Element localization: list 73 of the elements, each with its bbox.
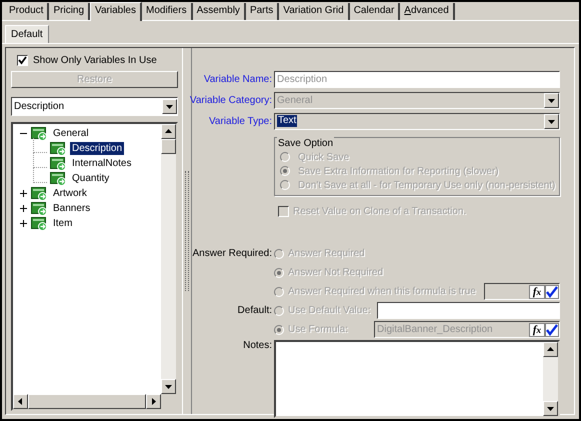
expand-icon[interactable] bbox=[19, 189, 28, 198]
expand-icon[interactable] bbox=[19, 219, 28, 228]
tree-item[interactable]: Banners bbox=[51, 202, 92, 215]
radio-button[interactable] bbox=[274, 286, 284, 296]
tab[interactable]: Product bbox=[5, 3, 50, 20]
variable-icon bbox=[31, 126, 48, 141]
scroll-down-button[interactable] bbox=[161, 379, 176, 394]
notes-field[interactable] bbox=[274, 340, 560, 418]
tree-item[interactable]: General bbox=[51, 127, 91, 140]
caret-up-icon bbox=[547, 346, 554, 353]
variable-icon bbox=[50, 156, 67, 171]
scroll-down-button[interactable] bbox=[543, 401, 558, 416]
checkbox-label: Show Only Variables In Use bbox=[33, 54, 157, 66]
scroll-thumb[interactable] bbox=[161, 139, 176, 154]
scroll-left-button[interactable] bbox=[13, 394, 28, 409]
radio-button[interactable] bbox=[280, 152, 290, 162]
radio-button[interactable] bbox=[280, 166, 290, 176]
variable-icon bbox=[31, 216, 48, 231]
field-label: Variable Type: bbox=[208, 116, 273, 126]
field-label: Default: bbox=[238, 305, 272, 316]
tree-item[interactable]: Description bbox=[70, 142, 124, 155]
tab[interactable]: Variation Grid bbox=[279, 3, 350, 20]
radio-button[interactable] bbox=[274, 268, 284, 278]
splitter-handle[interactable] bbox=[182, 48, 192, 414]
check-button[interactable] bbox=[545, 322, 559, 336]
tab[interactable]: Calendar bbox=[350, 3, 400, 20]
scroll-right-button[interactable] bbox=[146, 394, 161, 409]
dropdown[interactable]: Text bbox=[274, 112, 560, 130]
caret-down-icon bbox=[548, 96, 555, 104]
tab[interactable]: Default bbox=[5, 25, 49, 43]
tab[interactable]: Modifiers bbox=[142, 3, 193, 20]
scroll-thumb[interactable] bbox=[28, 394, 146, 409]
checkbox[interactable] bbox=[17, 54, 28, 66]
dropdown-button[interactable] bbox=[162, 99, 177, 114]
tab[interactable]: Parts bbox=[246, 3, 280, 20]
radio-button[interactable] bbox=[274, 248, 284, 258]
tree-item[interactable]: Artwork bbox=[51, 187, 89, 200]
caret-left-icon bbox=[17, 398, 24, 405]
variable-icon bbox=[31, 201, 48, 216]
variable-icon bbox=[50, 141, 67, 156]
variable-icon bbox=[50, 171, 67, 186]
caret-right-icon bbox=[150, 398, 157, 405]
variable-dropdown[interactable]: Description bbox=[11, 97, 178, 116]
scroll-up-button[interactable] bbox=[543, 342, 558, 357]
expand-icon[interactable] bbox=[19, 204, 28, 213]
scrollbar[interactable] bbox=[13, 394, 176, 409]
field-label: Variable Name: bbox=[202, 74, 273, 84]
tab[interactable]: Assembly bbox=[192, 3, 246, 20]
tree-item[interactable]: InternalNotes bbox=[70, 157, 134, 170]
tab[interactable]: Variables bbox=[90, 2, 142, 21]
default-value-field[interactable] bbox=[376, 302, 560, 319]
field-label: Variable Category: bbox=[192, 94, 273, 106]
check-icon bbox=[546, 286, 558, 298]
radio-button[interactable] bbox=[280, 180, 290, 190]
caret-down-icon bbox=[165, 383, 172, 390]
dropdown-button[interactable] bbox=[544, 114, 559, 128]
variable-icon bbox=[31, 186, 48, 201]
caret-down-icon bbox=[166, 103, 173, 110]
check-button[interactable] bbox=[545, 284, 559, 298]
tree-item[interactable]: Quantity bbox=[70, 172, 112, 185]
field-label: Answer Required: bbox=[192, 248, 272, 259]
scroll-up-button[interactable] bbox=[161, 124, 176, 139]
radio-button[interactable] bbox=[274, 306, 284, 316]
field-label: Notes: bbox=[242, 340, 273, 351]
caret-down-icon bbox=[548, 118, 555, 124]
tree-item[interactable]: Item bbox=[51, 217, 74, 230]
group-title: Save Option bbox=[277, 137, 334, 150]
check-icon bbox=[546, 324, 558, 336]
scrollbar[interactable] bbox=[161, 124, 176, 394]
caret-down-icon bbox=[547, 405, 554, 412]
tab[interactable]: Advanced bbox=[400, 3, 455, 20]
radio-button[interactable] bbox=[274, 324, 284, 334]
caret-up-icon bbox=[165, 128, 172, 135]
